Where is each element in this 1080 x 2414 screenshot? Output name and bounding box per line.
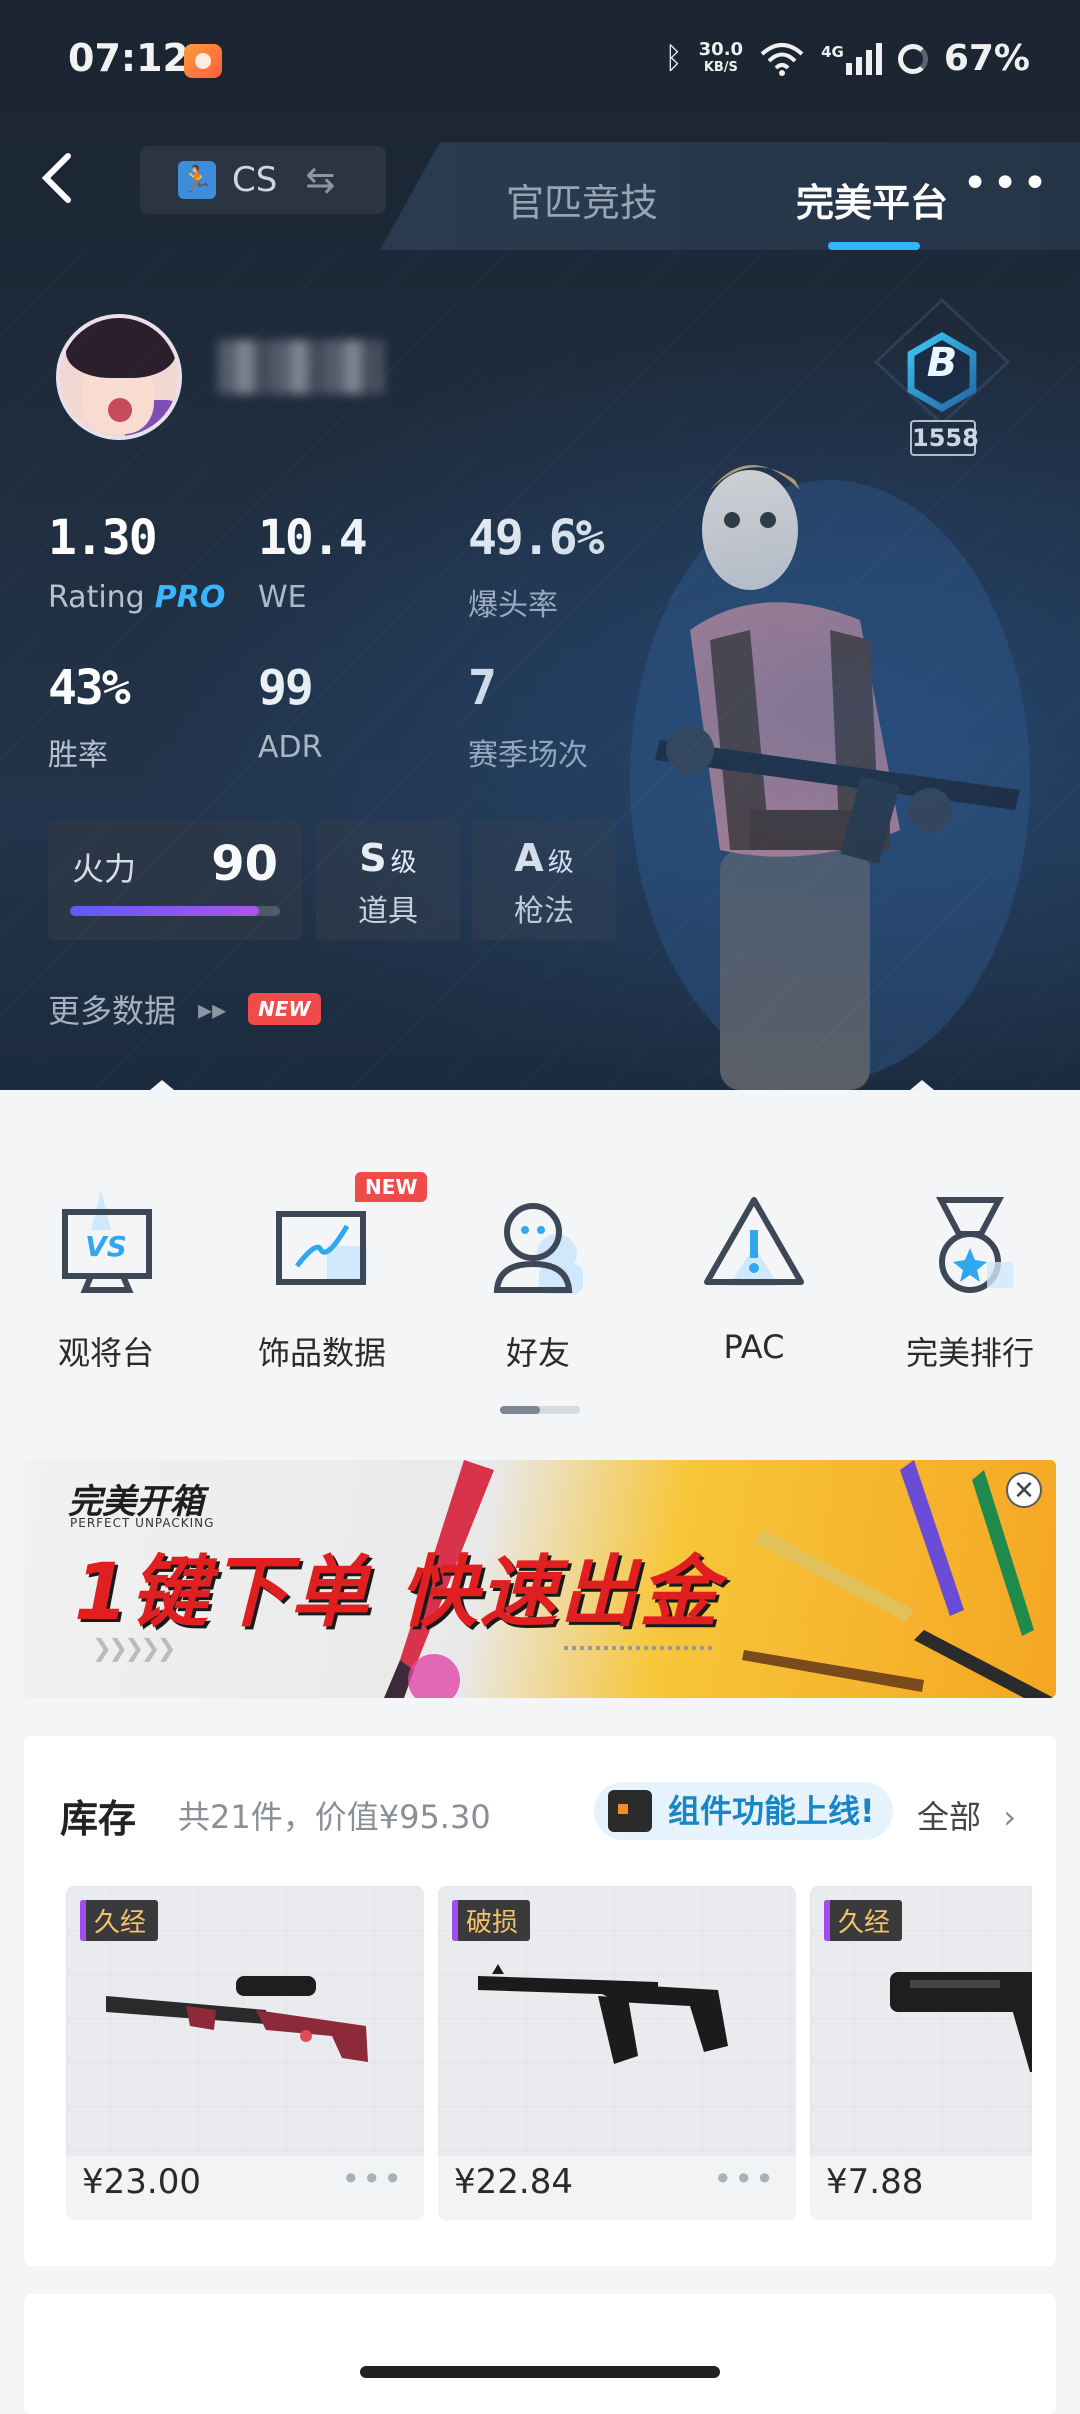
profile-hero: 07:12 ᛒ 30.0 KB/S 4G 67% 🏃 CS ⇆ 官匹竞技 完美平… [0,0,1080,1090]
double-chevron-right-icon: ▸▸ [198,992,227,1026]
shortcut-friends[interactable]: 好友 [438,1190,638,1374]
cs-game-icon: 🏃 [178,161,216,199]
inventory-item-card[interactable]: 破损 ¥22.84 ••• [438,1886,796,2220]
item-price: ¥7.88 [826,2162,924,2202]
rank-letter: B [926,340,958,386]
stat-headshot-rate: 49.6% 爆头率 [468,510,604,623]
inventory-item-card[interactable]: 久经 ¥7.88 [810,1886,1032,2220]
top-nav: 🏃 CS ⇆ 官匹竞技 完美平台 ••• [0,124,1080,250]
status-bar: 07:12 ᛒ 30.0 KB/S 4G 67% [0,0,1080,124]
cell-signal-icon: 4G [821,42,882,75]
pistol-image [890,1972,1032,2072]
stat-adr: 99 ADR [258,660,323,765]
avatar[interactable] [56,314,182,440]
inventory-summary: 共21件，价值¥95.30 [178,1798,491,1836]
game-name: CS [232,160,278,200]
chevron-right-icon: › [1003,1798,1016,1836]
svg-text:VS: VS [85,1230,127,1263]
inventory-items: 久经 ¥23.00 ••• 破损 ¥22.84 ••• 久经 ¥7.88 [66,1886,1032,2226]
close-icon[interactable]: ✕ [1006,1472,1042,1508]
tab-official-match[interactable]: 官匹竞技 [506,172,658,227]
wear-badge: 久经 [80,1900,159,1941]
back-button[interactable] [36,148,96,208]
item-price: ¥23.00 [82,2162,201,2202]
shortcut-page-indicator [500,1406,580,1414]
shortcut-item-data[interactable]: NEW 饰品数据 [222,1172,428,1374]
banner-progress-dots [564,1646,714,1650]
username-blurred [218,340,384,394]
medal-icon [915,1190,1025,1300]
more-options-icon[interactable]: ••• [341,2160,404,2198]
inventory-section: 库存 共21件，价值¥95.30 组件功能上线! 全部 › 久经 ¥23.00 … [24,1736,1056,2266]
banner-brand-sub: PERFECT UNPACKING [70,1516,215,1530]
shortcut-pac[interactable]: PAC [654,1190,854,1366]
more-data-link[interactable]: 更多数据 ▸▸ NEW [48,986,321,1032]
promo-banner[interactable]: 完美开箱 PERFECT UNPACKING 1键下单 快速出金 ❯❯❯❯❯ ✕ [24,1460,1056,1698]
wear-badge: 久经 [824,1900,903,1941]
firepower-bar [70,906,280,916]
banner-chevrons: ❯❯❯❯❯ [92,1634,177,1662]
shortcut-grid: VS 观将台 NEW 饰品数据 好友 PAC 完美排行 [0,1090,1080,1430]
wifi-icon [760,42,804,76]
grade-aim[interactable]: A级 枪法 [472,820,616,940]
shortcut-ranking[interactable]: 完美排行 [870,1190,1070,1374]
stat-rating: 1.30 Rating PRO [48,510,226,615]
status-time: 07:12 [68,36,189,80]
active-tab-indicator [828,242,920,250]
chart-board-icon: NEW [267,1172,428,1300]
app-notification-icon [184,44,222,78]
rank-badge[interactable]: B 1558 [872,296,1012,456]
battery-ring-icon [897,43,928,74]
bluetooth-icon: ᛒ [664,41,683,76]
item-price: ¥22.84 [454,2162,573,2202]
friend-icon [483,1190,593,1300]
next-section-card [24,2294,1056,2414]
vs-monitor-icon: VS [51,1190,161,1300]
game-switcher[interactable]: 🏃 CS ⇆ [140,146,386,214]
inventory-item-card[interactable]: 久经 ¥23.00 ••• [66,1886,424,2220]
chevron-left-icon [41,153,71,203]
stat-season-matches: 7 赛季场次 [468,660,588,773]
battery-percent: 67% [943,38,1030,79]
new-badge: NEW [355,1172,428,1202]
case-icon [608,1790,652,1832]
pro-badge: PRO [154,580,226,615]
banner-slogan: 1键下单 快速出金 [74,1548,720,1638]
firepower-card[interactable]: 火力 90 [48,820,302,940]
more-options-icon[interactable]: ••• [713,2160,776,2198]
agent-character-illustration [630,465,1030,1090]
warning-triangle-icon [699,1190,809,1300]
more-dots-icon[interactable]: ••• [962,158,1052,209]
ak47-rifle-image [478,1964,728,2064]
notch-left [150,1080,174,1090]
tab-perfect-platform[interactable]: 完美平台 [796,172,948,227]
home-indicator[interactable] [360,2366,720,2378]
wear-badge: 破损 [452,1900,531,1941]
stat-win-rate: 43% 胜率 [48,660,131,773]
shortcut-spectate[interactable]: VS 观将台 [6,1190,206,1374]
swap-icon: ⇆ [305,159,336,201]
inventory-view-all[interactable]: 全部 › [917,1792,1016,1838]
new-badge: NEW [248,993,321,1025]
grade-utility[interactable]: S级 道具 [316,820,460,940]
status-indicators: ᛒ 30.0 KB/S 4G 67% [665,38,1030,79]
awp-sniper-image [106,1976,368,2062]
stat-we: 10.4 WE [258,510,368,615]
network-speed: 30.0 KB/S [698,38,744,75]
inventory-title: 库存 [60,1797,137,1841]
component-feature-badge[interactable]: 组件功能上线! [594,1782,893,1840]
